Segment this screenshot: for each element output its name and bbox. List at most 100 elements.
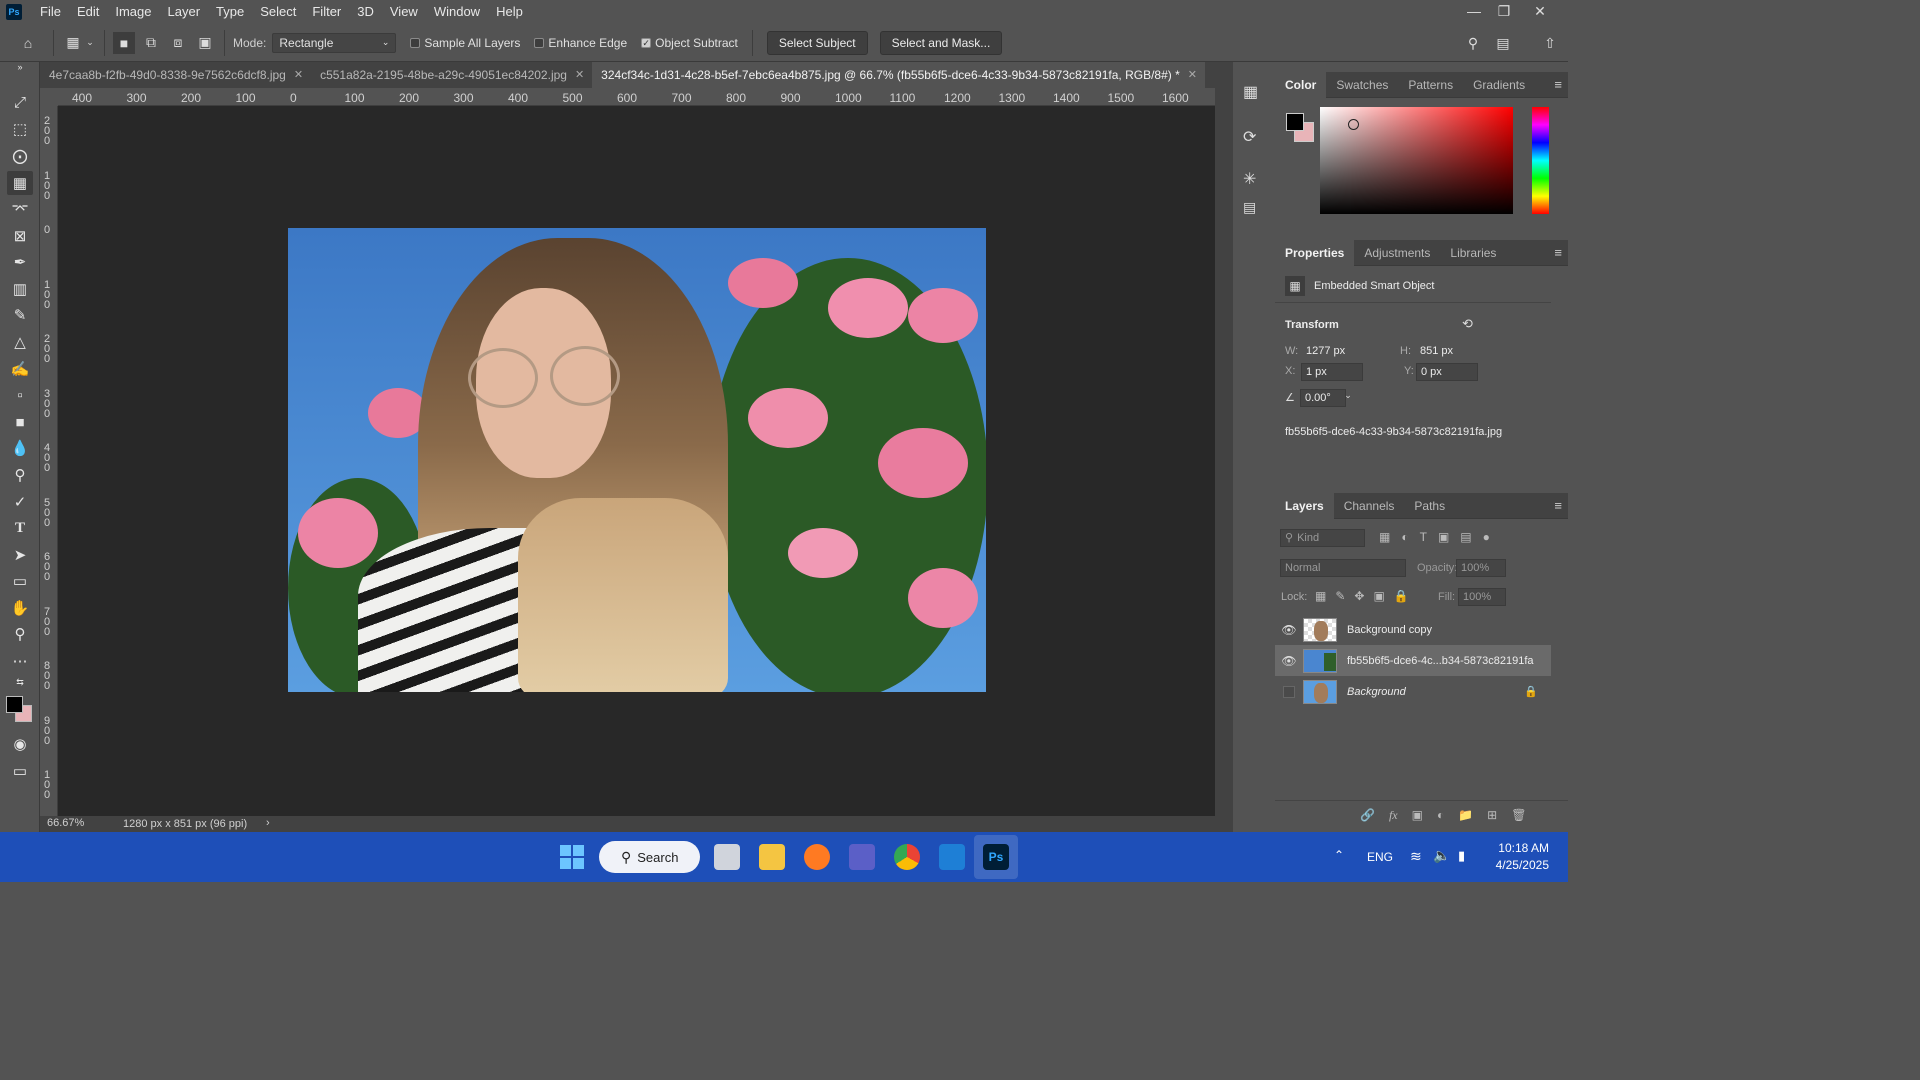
tab-gradients[interactable]: Gradients [1463, 72, 1535, 98]
close-icon[interactable]: ✕ [1188, 62, 1197, 88]
lasso-tool-icon[interactable]: ⨀ [7, 144, 33, 168]
tab-channels[interactable]: Channels [1334, 493, 1405, 519]
taskbar-search[interactable]: ⚲ Search [599, 841, 700, 873]
height-value[interactable]: 851 px [1420, 345, 1453, 357]
canvas-area[interactable] [58, 106, 1215, 816]
close-icon[interactable]: ✕ [1525, 0, 1555, 24]
blur-tool-icon[interactable]: 💧 [7, 436, 33, 460]
marquee-tool-icon[interactable]: ⬚ [7, 117, 33, 141]
adjustment-layer-icon[interactable]: ◐ [1437, 808, 1444, 823]
history-brush-tool-icon[interactable]: ✍ [7, 357, 33, 381]
close-icon[interactable]: ✕ [294, 62, 303, 88]
menu-file[interactable]: File [32, 0, 69, 24]
share-icon[interactable]: ⇧ [1539, 32, 1561, 54]
brush-settings-icon[interactable]: ✳ [1243, 169, 1256, 189]
tab-patterns[interactable]: Patterns [1398, 72, 1463, 98]
new-group-icon[interactable]: 📁 [1458, 808, 1473, 823]
lock-all-icon[interactable]: 🔒 [1394, 589, 1409, 603]
lock-artboard-icon[interactable]: ▣ [1373, 589, 1384, 603]
menu-help[interactable]: Help [488, 0, 531, 24]
status-menu-arrow[interactable]: › [266, 817, 270, 829]
menu-filter[interactable]: Filter [304, 0, 349, 24]
hue-slider[interactable] [1532, 107, 1549, 214]
menu-window[interactable]: Window [426, 0, 488, 24]
intersect-selection-icon[interactable]: ▣ [194, 32, 216, 54]
clock-date[interactable]: 4/25/2025 [1491, 858, 1549, 872]
tab-paths[interactable]: Paths [1404, 493, 1455, 519]
properties-panel-icon[interactable]: ▦ [1243, 82, 1258, 102]
subtract-from-selection-icon[interactable]: ⧈ [167, 32, 189, 54]
quick-mask-icon[interactable]: ◉ [7, 732, 33, 756]
minimize-icon[interactable]: — [1459, 0, 1489, 24]
hand-tool-icon[interactable]: ✋ [7, 596, 33, 620]
language-indicator[interactable]: ENG [1367, 850, 1393, 864]
visibility-eye-icon[interactable]: 👁 [1275, 623, 1303, 637]
task-view-icon[interactable] [714, 844, 740, 870]
gradient-tool-icon[interactable]: ■ [7, 410, 33, 434]
type-filter-icon[interactable]: T [1420, 530, 1427, 544]
rectangle-tool-icon[interactable]: ▭ [7, 569, 33, 593]
new-selection-icon[interactable]: ■ [113, 31, 135, 54]
eyedropper-tool-icon[interactable]: ✒ [7, 250, 33, 274]
tab-document-1[interactable]: 4e7caa8b-f2fb-49d0-8338-9e7562c6dcf8.jpg… [40, 62, 312, 88]
home-icon[interactable]: ⌂ [17, 32, 39, 54]
swap-colors-icon[interactable]: ⇆ [7, 674, 33, 690]
tab-document-2[interactable]: c551a82a-2195-48be-a29c-49051ec84202.jpg… [311, 62, 593, 88]
menu-view[interactable]: View [382, 0, 426, 24]
tab-swatches[interactable]: Swatches [1326, 72, 1398, 98]
visibility-eye-icon[interactable]: 👁 [1275, 654, 1303, 668]
vscode-icon[interactable] [939, 844, 965, 870]
teams-icon[interactable] [849, 844, 875, 870]
chrome-icon[interactable] [894, 844, 920, 870]
fx-icon[interactable]: fx [1389, 808, 1398, 823]
select-subject-button[interactable]: Select Subject [766, 30, 868, 55]
workspace-icon[interactable]: ▤ [1492, 32, 1514, 54]
frame-tool-icon[interactable]: ⊠ [7, 224, 33, 248]
object-selection-tool-icon[interactable]: ▦ [7, 171, 33, 195]
add-mask-icon[interactable]: ▣ [1412, 808, 1423, 823]
close-icon[interactable]: ✕ [575, 62, 584, 88]
lock-transparency-icon[interactable]: ▦ [1315, 589, 1326, 603]
select-and-mask-button[interactable]: Select and Mask... [879, 30, 1003, 55]
brush-tool-icon[interactable]: ✎ [7, 303, 33, 327]
sample-all-layers-checkbox[interactable]: Sample All Layers [410, 36, 520, 50]
mode-select[interactable]: Rectangle ⌄ [272, 32, 397, 53]
foreground-color-swatch[interactable] [1286, 113, 1304, 131]
document-image[interactable] [288, 228, 986, 692]
healing-brush-tool-icon[interactable]: ▥ [7, 277, 33, 301]
menu-edit[interactable]: Edit [69, 0, 107, 24]
move-tool-icon[interactable]: ⤢ [7, 90, 33, 114]
stamp-tool-icon[interactable]: △ [7, 330, 33, 354]
foreground-color-swatch[interactable] [6, 696, 23, 713]
layer-row[interactable]: 👁 Background copy [1275, 614, 1551, 645]
y-position-field[interactable]: 0 px [1416, 363, 1478, 381]
layer-row[interactable]: 👁 fb55b6f5-dce6-4c...b34-5873c82191fa [1275, 645, 1551, 676]
restore-icon[interactable]: ❐ [1489, 0, 1519, 24]
firefox-icon[interactable] [804, 844, 830, 870]
delete-layer-icon[interactable]: 🗑 [1511, 808, 1526, 823]
history-icon[interactable]: ⟳ [1243, 127, 1256, 147]
filter-toggle-icon[interactable]: ● [1483, 530, 1490, 544]
panel-menu-icon[interactable]: ≡ [1554, 77, 1562, 92]
pen-tool-icon[interactable]: ✓ [7, 490, 33, 514]
smart-object-filter-icon[interactable]: ▤ [1460, 530, 1471, 544]
color-field[interactable] [1320, 107, 1513, 214]
windows-start-icon[interactable] [560, 845, 584, 869]
shape-filter-icon[interactable]: ▣ [1438, 530, 1449, 544]
volume-icon[interactable]: 🔈 [1433, 847, 1450, 864]
object-selection-tool-icon[interactable]: ▦ [62, 32, 84, 54]
battery-icon[interactable]: ▮ [1458, 848, 1465, 864]
path-selection-tool-icon[interactable]: ➤ [7, 543, 33, 567]
search-icon[interactable]: ⚲ [1462, 32, 1484, 54]
menu-select[interactable]: Select [252, 0, 304, 24]
histogram-icon[interactable]: ▤ [1243, 199, 1256, 216]
chevron-down-icon[interactable]: ⌄ [1340, 390, 1356, 408]
dodge-tool-icon[interactable]: ⚲ [7, 463, 33, 487]
fill-field[interactable]: 100% [1458, 588, 1506, 606]
clock-time[interactable]: 10:18 AM [1491, 841, 1549, 855]
tab-libraries[interactable]: Libraries [1440, 240, 1506, 266]
lock-position-icon[interactable]: ✥ [1354, 589, 1364, 603]
chevron-down-icon[interactable]: ⌄ [84, 32, 96, 54]
panel-menu-icon[interactable]: ≡ [1554, 245, 1562, 260]
visibility-toggle-empty[interactable] [1275, 685, 1303, 698]
